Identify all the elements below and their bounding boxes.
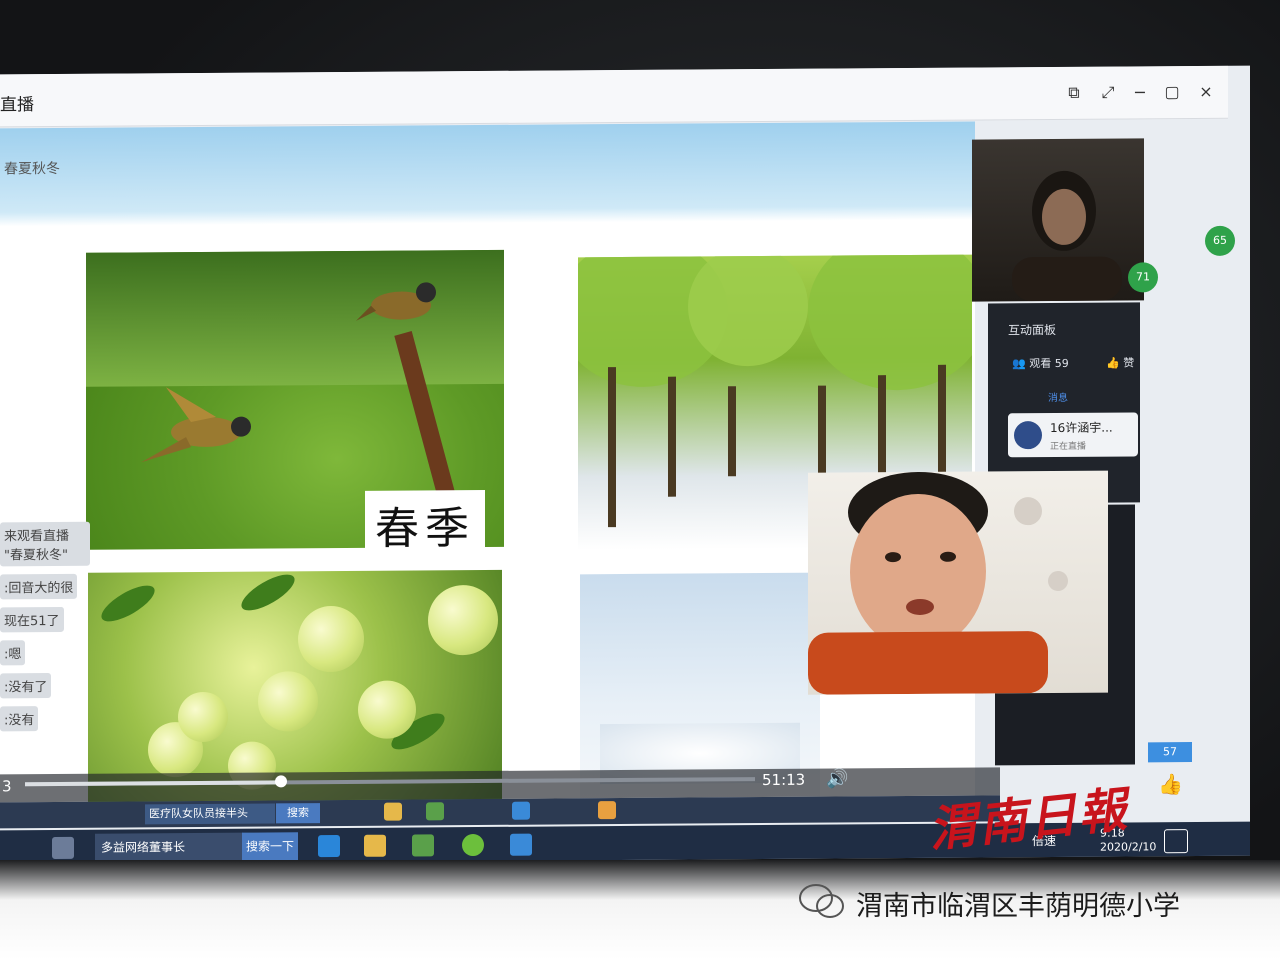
likes-badge[interactable]: 57 [1148, 742, 1192, 763]
chat-message: 现在51了 [0, 606, 64, 633]
app-icon[interactable] [512, 801, 530, 820]
fruit [258, 671, 318, 732]
tab-messages[interactable]: 消息 [1048, 389, 1068, 404]
panel-title: 互动面板 [1008, 322, 1057, 338]
fruit [298, 605, 364, 673]
chat-message: :嗯 [0, 640, 26, 666]
user-icon: 👥 [1012, 357, 1026, 371]
wechat-icon [799, 884, 844, 918]
tree-canopy [808, 254, 972, 391]
leaf [236, 569, 300, 618]
left-time: 3 [2, 777, 12, 796]
app-icon[interactable] [510, 833, 532, 856]
teacher-webcam [972, 138, 1144, 302]
leaf [96, 578, 160, 629]
bird-flying [141, 387, 251, 463]
expand-icon[interactable]: ⤢ [1096, 81, 1120, 105]
notification-icon[interactable] [1164, 829, 1188, 854]
screen: 直播 ⧉ ⤢ − ▢ × 春夏秋冬 春季 来观看直播 "春夏秋冬":回音大的很… [0, 65, 1250, 865]
likes-row: 👍 赞 [1106, 354, 1134, 370]
host-subtitle: 正在直播 [1050, 441, 1087, 453]
store-icon[interactable] [426, 802, 444, 821]
tree-trunk [818, 385, 826, 476]
spring-label: 春季 [365, 489, 485, 559]
folder-icon[interactable] [364, 834, 386, 857]
thumbs-up-icon: 👍 [1106, 356, 1120, 370]
likes-label: 赞 [1123, 356, 1135, 370]
fruit [428, 584, 498, 656]
inner-taskbar: 医疗队女队员接半头 搜索 [0, 795, 1000, 829]
window-restore-icon[interactable]: ⧉ [1062, 81, 1086, 105]
inner-browser-tab[interactable]: 医疗队女队员接半头 [145, 803, 275, 825]
chat-message: :回音大的很 [0, 573, 78, 600]
playback-time: 51:13 [762, 770, 806, 790]
tree-trunk [728, 386, 736, 477]
app-icon[interactable] [598, 801, 616, 820]
teacher-silhouette [1012, 170, 1122, 302]
progress-knob[interactable] [274, 775, 287, 788]
app-title: 直播 [0, 95, 34, 115]
edge-icon[interactable] [318, 834, 340, 858]
tree-canopy [688, 254, 808, 367]
progress-fill [25, 780, 281, 787]
left-chat-overlay: 来观看直播 "春夏秋冬" :回音大的很 现在51了 :嗯 :没有了 :没有 [0, 514, 90, 740]
store-icon[interactable] [412, 834, 434, 857]
maximize-button[interactable]: ▢ [1160, 80, 1184, 104]
inner-search-button[interactable]: 搜索 [276, 803, 320, 824]
viewers-count: 59 [1054, 356, 1069, 371]
student-silhouette [808, 471, 1068, 695]
app-icon[interactable] [52, 836, 74, 860]
clock-date: 2020/2/10 [1100, 840, 1157, 854]
close-button[interactable]: × [1194, 80, 1218, 104]
tree-trunk [668, 376, 676, 497]
bird-perched [356, 282, 436, 321]
viewer-badge: 65 [1205, 225, 1235, 256]
viewers-row: 👥 观看 59 [1012, 355, 1069, 371]
search-button[interactable]: 搜索一下 [242, 832, 298, 861]
folder-icon[interactable] [384, 802, 402, 821]
title-bar: 直播 ⧉ ⤢ − ▢ × [0, 65, 1228, 128]
fruit [358, 680, 416, 739]
chat-message: :没有了 [0, 673, 52, 699]
fruit [178, 691, 228, 743]
account-name: 渭南市临渭区丰荫明德小学 [856, 891, 1180, 922]
app-icon[interactable] [462, 833, 484, 857]
host-name: 16许涵宇... [1050, 420, 1113, 436]
host-avatar [1014, 421, 1042, 450]
viewers-label: 观看 [1029, 357, 1052, 371]
student-webcam [808, 470, 1108, 695]
host-card[interactable]: 16许涵宇... 正在直播 [1008, 412, 1138, 458]
minimize-button[interactable]: − [1128, 80, 1152, 104]
chat-message: 来观看直播 "春夏秋冬" [0, 521, 90, 567]
viewer-badge: 71 [1128, 262, 1158, 293]
slide-title: 春夏秋冬 [4, 160, 60, 178]
chat-message: :没有 [0, 706, 39, 732]
thumbs-up-icon[interactable]: 👍 [1158, 772, 1183, 796]
tree-trunk [608, 367, 616, 528]
browser-tab[interactable]: 多益网络董事长 [95, 832, 243, 862]
volume-icon[interactable]: 🔊 [826, 768, 848, 789]
